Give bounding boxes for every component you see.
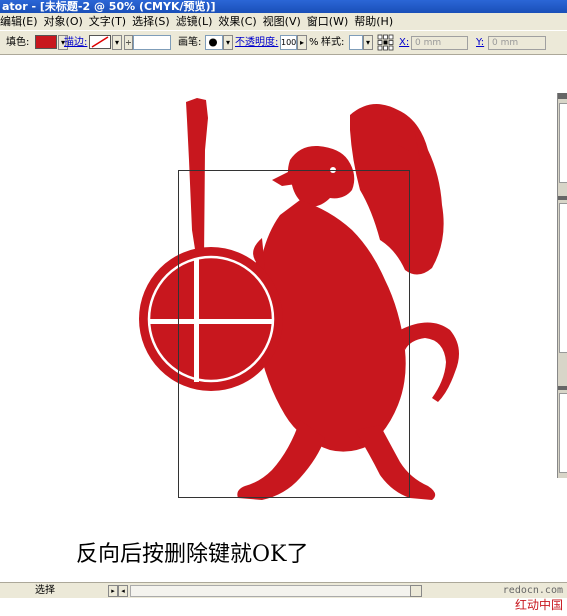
status-tool-mode[interactable]: 选择 [35, 584, 105, 597]
status-menu-arrow[interactable]: ▸ [108, 585, 118, 597]
status-bar: 选择 ▸ ◂ [0, 582, 567, 598]
scroll-left-button[interactable]: ◂ [118, 585, 128, 597]
horizontal-scrollbar-thumb[interactable] [410, 585, 422, 597]
watermark: redocn.com 红动中国 [503, 585, 563, 613]
watermark-name: 红动中国 [514, 598, 563, 612]
artboard-boundary [178, 170, 410, 498]
horizontal-scrollbar[interactable] [130, 585, 420, 597]
instruction-caption: 反向后按删除键就OK了 [76, 542, 309, 567]
watermark-url: redocn.com [502, 585, 563, 596]
